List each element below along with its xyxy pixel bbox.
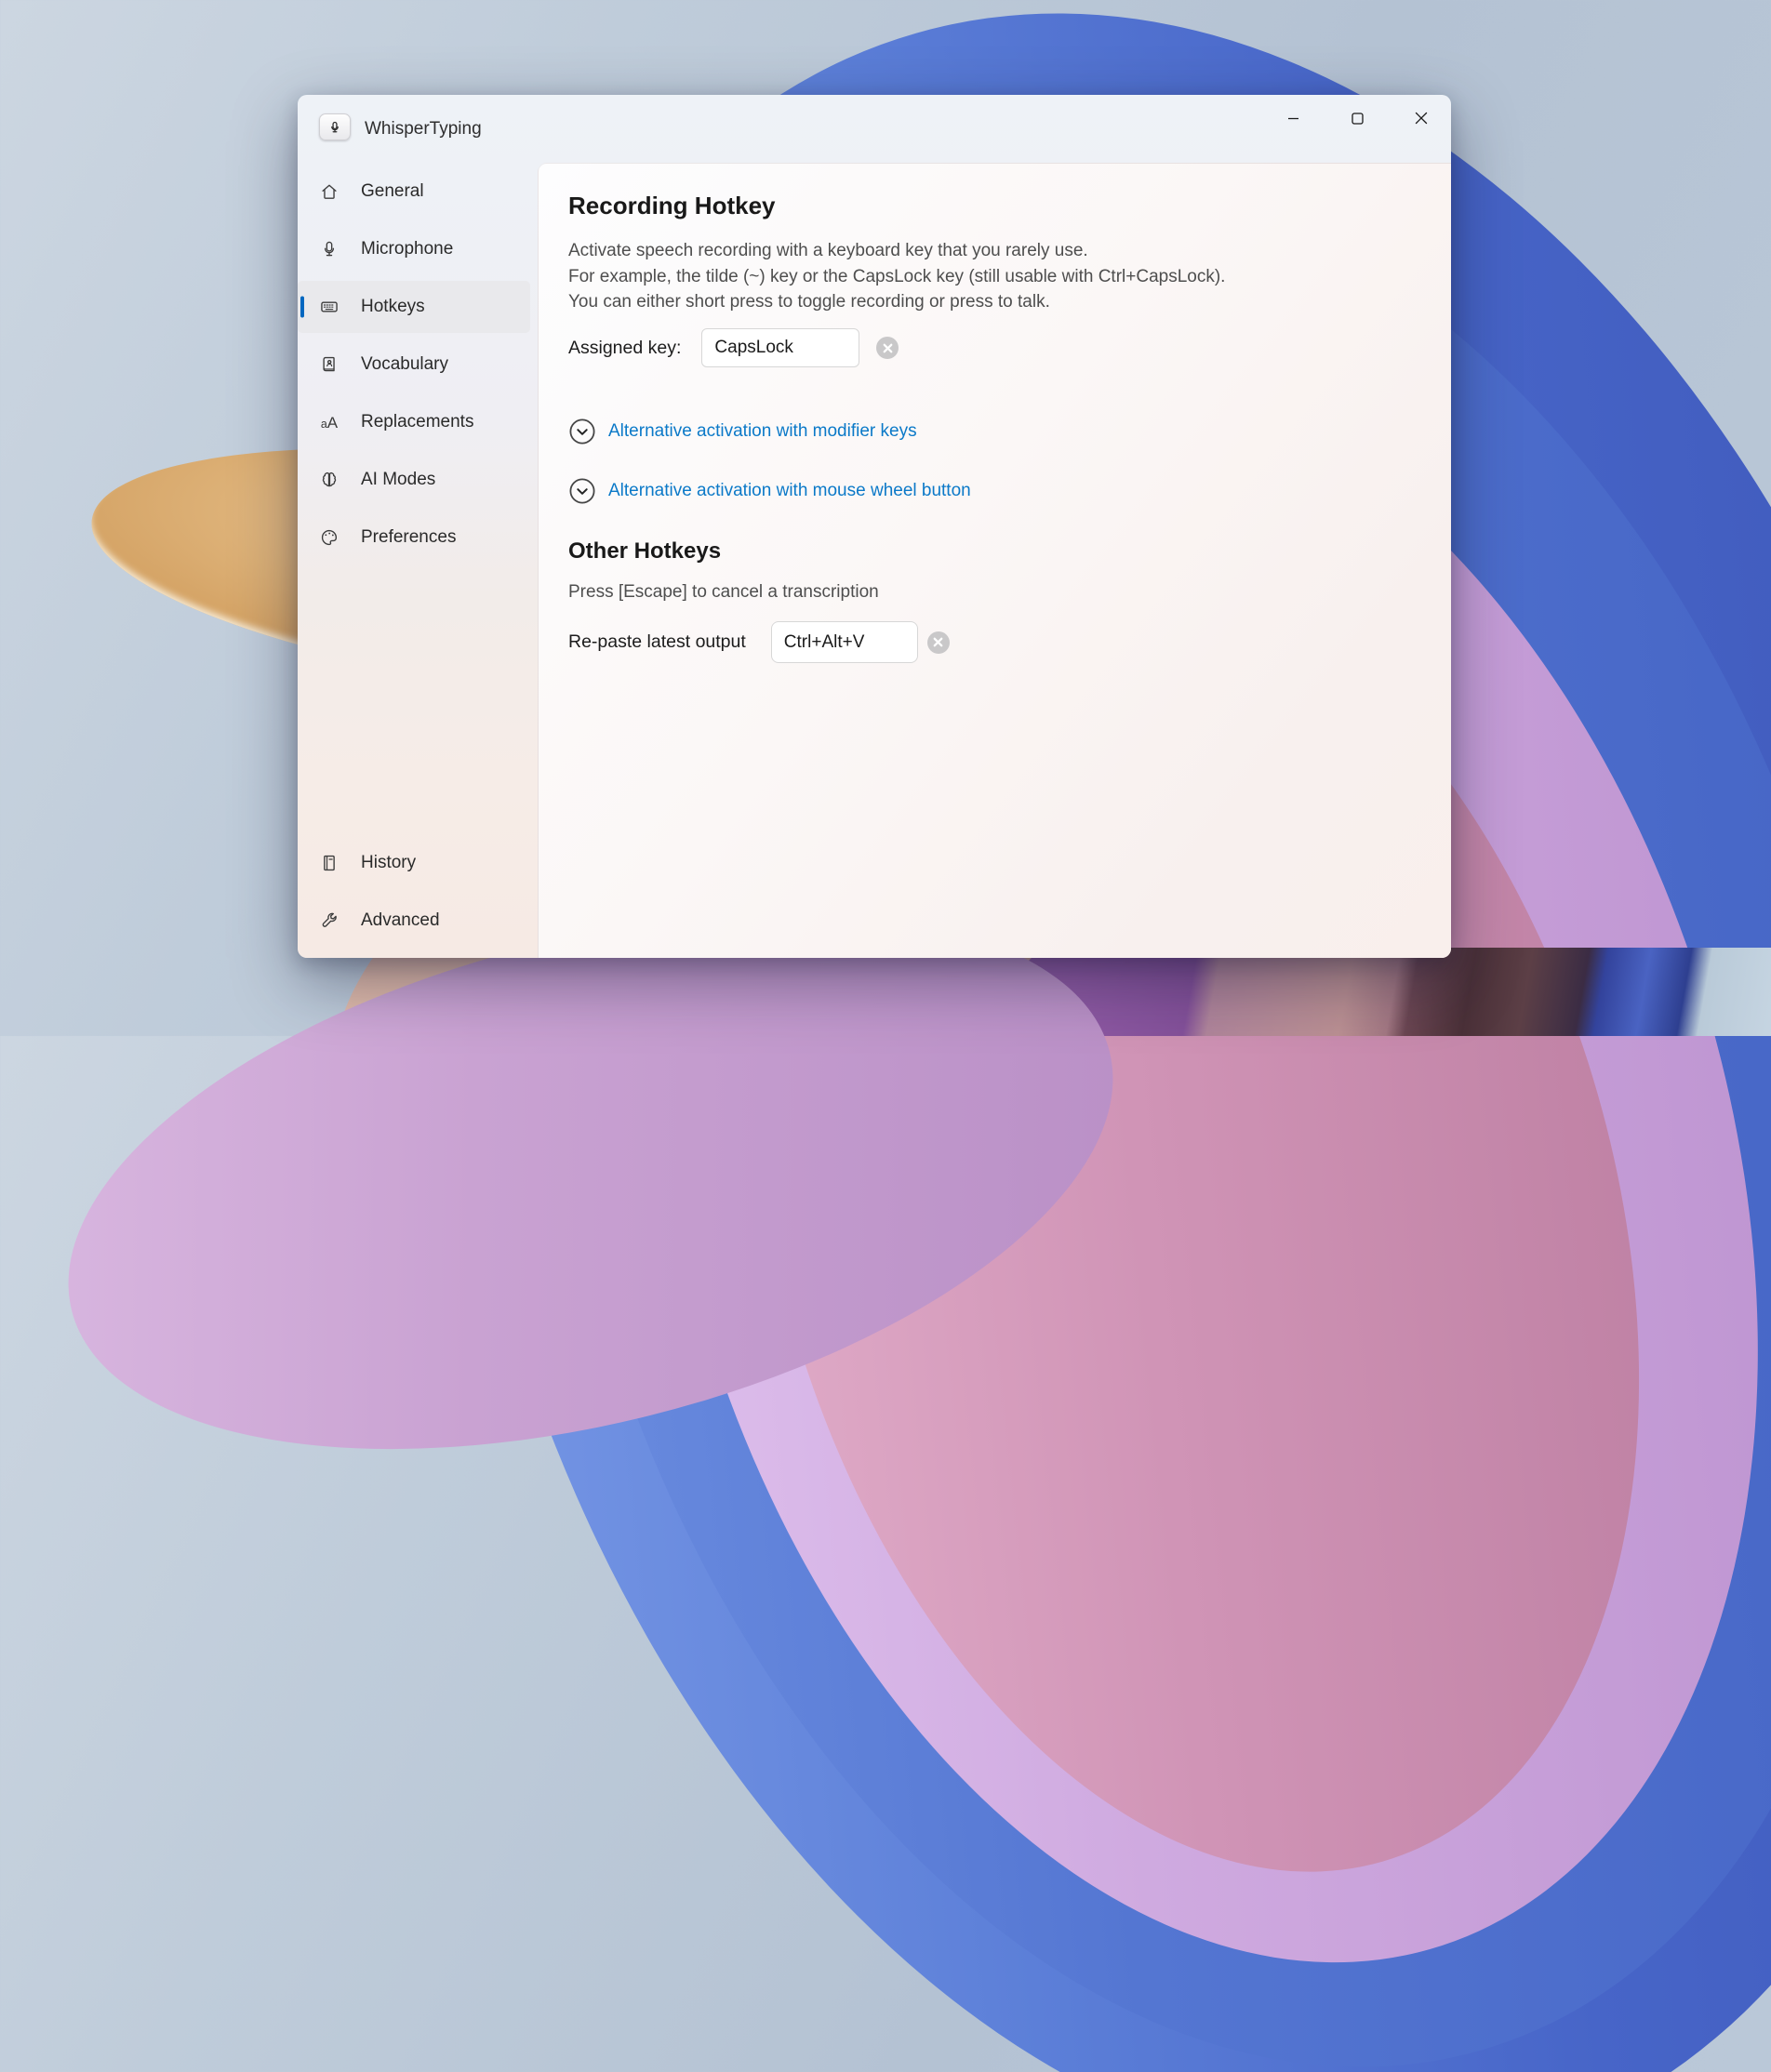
maximize-button[interactable] <box>1337 104 1378 132</box>
palette-icon <box>319 527 340 548</box>
sidebar-item-label: General <box>361 181 424 201</box>
assigned-key-label: Assigned key: <box>568 337 682 358</box>
sidebar-item-microphone[interactable]: Microphone <box>298 223 530 275</box>
x-icon <box>883 343 893 352</box>
notebook-icon <box>319 853 340 873</box>
app-title: WhisperTyping <box>365 118 482 139</box>
hotkeys-settings-panel: Recording Hotkey Activate speech recordi… <box>538 163 1451 958</box>
minimize-button[interactable] <box>1272 104 1313 132</box>
app-icon <box>319 113 351 140</box>
sidebar-item-hotkeys[interactable]: Hotkeys <box>298 281 530 333</box>
home-icon <box>319 181 340 202</box>
alt-activation-mouse-wheel-toggle[interactable]: Alternative activation with mouse wheel … <box>568 476 971 506</box>
clear-repaste-button[interactable] <box>926 631 950 654</box>
clear-assigned-key-button[interactable] <box>876 337 899 359</box>
minimize-icon <box>1287 117 1298 119</box>
sidebar-item-replacements[interactable]: aA Replacements <box>298 396 530 448</box>
other-hotkeys-heading: Other Hotkeys <box>568 538 722 564</box>
x-icon <box>933 637 943 647</box>
maximize-icon <box>1351 112 1364 125</box>
sidebar-item-label: Advanced <box>361 910 440 930</box>
sidebar-item-advanced[interactable]: Advanced <box>298 895 530 947</box>
alt-activation-modifier-keys-link[interactable]: Alternative activation with modifier key… <box>608 421 917 442</box>
desktop: { "window": { "app_title": "WhisperTypin… <box>0 0 1771 2072</box>
microphone-icon <box>331 121 339 132</box>
escape-hint-text: Press [Escape] to cancel a transcription <box>568 582 879 602</box>
repaste-hotkey-input[interactable] <box>770 621 918 663</box>
assigned-key-row: Assigned key: <box>568 328 899 367</box>
sidebar-item-vocabulary[interactable]: Vocabulary <box>298 339 530 391</box>
sidebar-item-ai-modes[interactable]: AI Modes <box>298 454 530 506</box>
keyboard-icon <box>319 297 340 317</box>
sidebar-item-label: Replacements <box>361 412 474 432</box>
sidebar-item-label: History <box>361 853 417 872</box>
chevron-down-circle-icon <box>568 477 596 505</box>
close-button[interactable] <box>1401 104 1442 132</box>
sidebar-footer-nav: History Advanced <box>298 837 538 952</box>
sidebar-item-history[interactable]: History <box>298 837 530 889</box>
alt-activation-modifier-keys-toggle[interactable]: Alternative activation with modifier key… <box>568 417 917 446</box>
sidebar-item-label: Preferences <box>361 527 457 547</box>
window-controls <box>1272 104 1442 132</box>
microphone-icon <box>319 239 340 259</box>
text-replace-icon: aA <box>320 413 339 432</box>
assigned-key-input[interactable] <box>701 328 860 367</box>
recording-hotkey-heading: Recording Hotkey <box>568 192 776 219</box>
titlebar[interactable]: WhisperTyping <box>298 95 1451 163</box>
chevron-down-circle-icon <box>568 418 596 445</box>
repaste-hotkey-row: Re-paste latest output <box>568 621 950 663</box>
sidebar-item-label: Vocabulary <box>361 354 449 374</box>
recording-hotkey-description: Activate speech recording with a keyboar… <box>568 241 1226 312</box>
alt-activation-mouse-wheel-link[interactable]: Alternative activation with mouse wheel … <box>608 481 971 501</box>
sidebar-item-label: Hotkeys <box>361 297 425 316</box>
sidebar-item-preferences[interactable]: Preferences <box>298 511 530 564</box>
sidebar-nav: General Microphone Hotkeys Vocabulary aA… <box>298 166 538 569</box>
sidebar-item-label: Microphone <box>361 239 454 259</box>
sidebar-item-label: AI Modes <box>361 470 436 489</box>
wrench-icon <box>319 910 340 931</box>
brain-icon <box>319 470 340 490</box>
whispertyping-window: WhisperTyping General Microphone Hotkeys… <box>298 95 1451 958</box>
sidebar-item-general[interactable]: General <box>298 166 530 218</box>
dictionary-icon <box>319 354 340 375</box>
close-icon <box>1415 112 1428 125</box>
repaste-label: Re-paste latest output <box>568 631 746 652</box>
